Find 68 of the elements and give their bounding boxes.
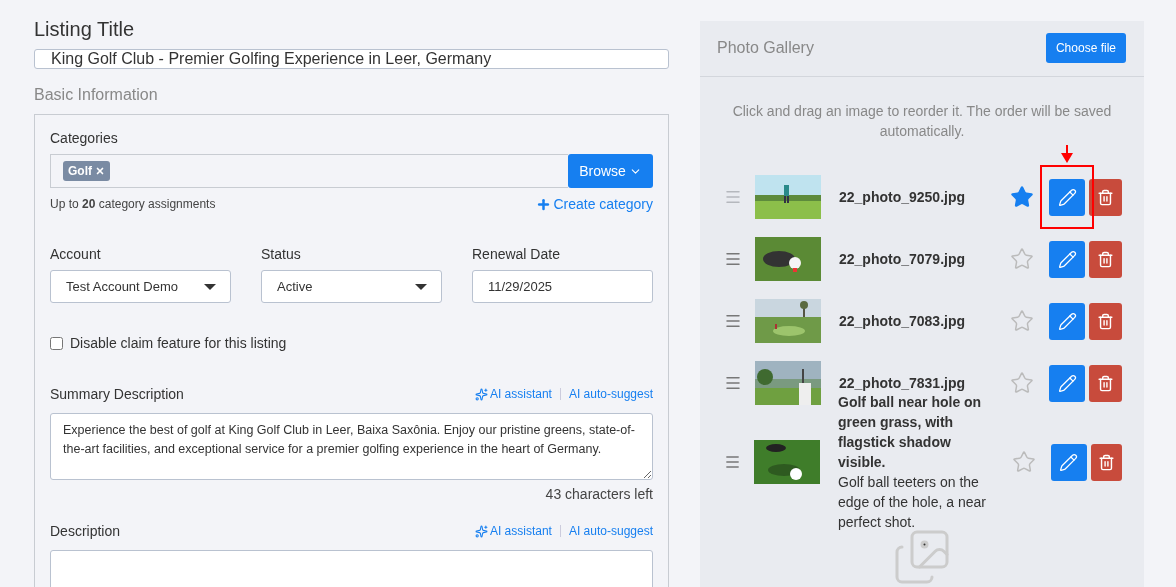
create-category-link[interactable]: Create category [536,196,653,212]
select-field[interactable]: Active [261,270,442,303]
edit-button[interactable] [1049,302,1085,340]
checkbox-label: Disable claim feature for this listing [70,335,287,351]
edit-button[interactable] [1049,240,1085,278]
drag-handle-icon[interactable] [724,188,742,206]
pencil-icon [1057,373,1077,393]
summary-textarea[interactable]: Experience the best of golf at King Golf Club in Leer, Baixa Saxônia. Enjoy our pristine greens, state-of-the-art facilities, and exceptional service for a premier golfing experience in the heart of Germany. [50,413,653,480]
pencil-icon [1057,187,1077,207]
photo-name: 22_photo_9250.jpg [839,189,967,205]
drag-handle-icon[interactable] [724,250,742,268]
ai-suggest-link[interactable]: AI auto-suggest [568,387,653,401]
star-icon[interactable] [1010,247,1034,271]
browse-button[interactable]: Browse [568,154,653,188]
pencil-icon [1057,249,1077,269]
edit-button[interactable] [1050,443,1087,481]
trash-icon [1097,312,1114,330]
character-counter: 43 characters left [545,486,653,502]
drag-handle-icon[interactable] [724,312,742,330]
category-field[interactable]: Golf [50,154,568,188]
sparkles-icon [474,524,488,538]
field-label: Categories [50,130,119,146]
photo-name: 22_photo_7079.jpg [839,251,967,267]
field-label: Listing Title [34,18,136,41]
field-label: Description [50,523,121,539]
delete-button[interactable] [1090,443,1122,481]
remove-icon[interactable] [95,166,105,176]
select-field[interactable]: Test Account Demo [50,270,231,303]
delete-button[interactable] [1089,302,1122,340]
photo-name: 22_photo_7831.jpg [839,375,967,391]
section-title: Basic Information [34,86,159,104]
delete-button[interactable] [1089,364,1122,402]
pencil-icon [1057,311,1077,331]
edit-button[interactable] [1049,178,1085,216]
field-label: Summary Description [50,386,184,402]
star-icon[interactable] [1010,371,1034,395]
star-icon[interactable] [1010,185,1034,209]
field-label: Account [50,246,102,262]
star-icon[interactable] [1010,309,1034,333]
plus-icon [536,196,552,212]
category-tag: Golf [63,161,110,181]
pencil-icon [1059,452,1079,472]
delete-button[interactable] [1089,178,1122,216]
date-field[interactable]: 11/29/2025 [472,270,653,303]
hint-text: Up to 20 category assignments [50,197,216,211]
edit-button[interactable] [1049,364,1085,402]
trash-icon [1097,453,1115,471]
trash-icon [1097,188,1114,206]
sparkles-icon [474,387,488,401]
trash-icon [1097,374,1114,392]
photo-caption: Golf ball near hole on green grass, with flagstick shadow visible. Golf ball teeters on the edge of the hole, a near perfect shot. [838,393,987,532]
arrow-icon [1060,144,1074,163]
drag-handle-icon[interactable] [724,453,742,471]
ai-suggest-link[interactable]: AI auto-suggest [568,524,653,538]
panel-title: Photo Gallery [717,39,814,57]
choose-file-button[interactable]: Choose file [1045,33,1126,63]
field-label: Renewal Date [472,246,561,262]
photo-name: 22_photo_7083.jpg [839,313,967,329]
delete-button[interactable] [1089,240,1122,278]
field-label: Status [261,246,302,262]
hint-text: Click and drag an image to reorder it. The order will be saved automatically. [731,102,1113,141]
checkbox[interactable] [50,336,63,350]
ai-assistant-link[interactable]: AI assistant [474,387,552,401]
title-input[interactable]: King Golf Club - Premier Golfing Experience in Leer, Germany [34,49,669,69]
drag-handle-icon[interactable] [724,374,742,392]
star-icon[interactable] [1011,450,1036,474]
ai-assistant-link[interactable]: AI assistant [474,524,552,538]
trash-icon [1097,250,1114,268]
